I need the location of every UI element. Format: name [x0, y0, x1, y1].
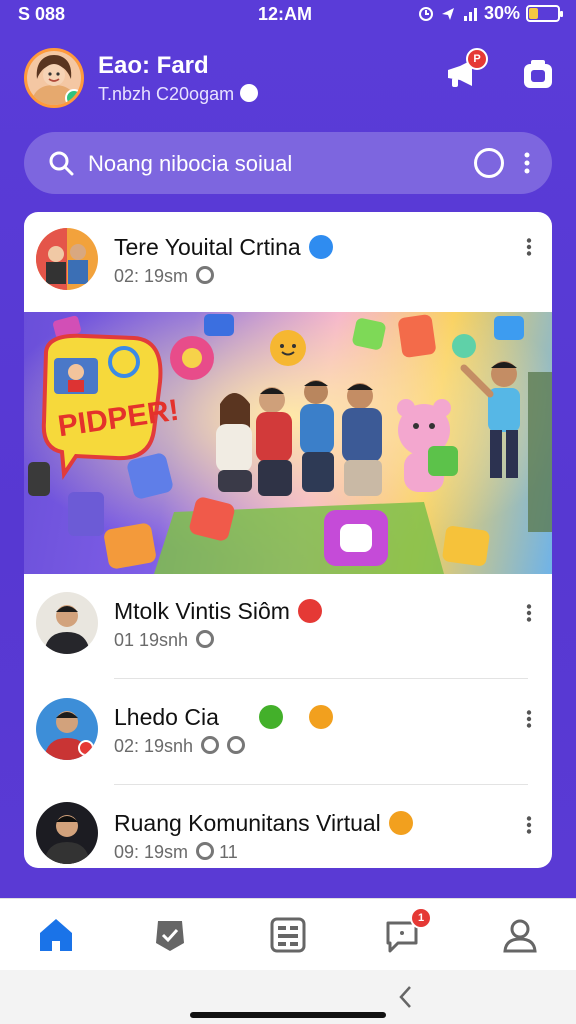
post-time: 02: 19snh — [114, 736, 246, 757]
post-title: Lhedo Cia — [114, 704, 333, 731]
post-time: 09: 19sm 11 — [114, 842, 238, 863]
post-menu-icon[interactable] — [526, 604, 532, 622]
post-title-text: Mtolk Vintis Siôm — [114, 598, 290, 624]
signal-icon — [463, 7, 477, 21]
status-right: 30% — [418, 3, 563, 24]
back-chevron-icon[interactable] — [396, 984, 416, 1010]
post-time-text: 02: 19sm — [114, 266, 189, 286]
user-name: Eao: Fard — [98, 52, 209, 79]
battery-icon — [526, 5, 563, 22]
post-hero-image[interactable]: PIDPER! — [24, 312, 552, 574]
search-input[interactable]: Noang nibocia soiual — [88, 151, 292, 177]
hero-illustration: PIDPER! — [24, 312, 552, 574]
clock-icon — [196, 266, 215, 285]
post-time: 02: 19sm — [114, 266, 215, 287]
user-avatar[interactable] — [24, 48, 84, 108]
post-avatar[interactable] — [36, 802, 98, 864]
badge-icon — [258, 704, 283, 729]
post-time-text: 02: 19snh — [114, 736, 194, 756]
nav-messages[interactable]: 1 — [384, 907, 432, 955]
post-menu-icon[interactable] — [526, 238, 532, 256]
system-navigation-bar — [0, 970, 576, 1024]
post-title: Ruang Komunitans Virtual — [114, 810, 413, 837]
post-avatar[interactable] — [36, 592, 98, 654]
person-photo — [36, 698, 98, 760]
voice-search-icon[interactable] — [474, 148, 504, 178]
person-photo — [36, 802, 98, 864]
notification-badge-icon: P — [466, 48, 488, 70]
more-options-icon[interactable] — [524, 152, 530, 174]
camera-button[interactable] — [518, 54, 558, 94]
profile-header: Eao: Fard T.nbzh C20ogam P — [24, 44, 552, 114]
post-time: 01 19snh — [114, 630, 215, 651]
home-indicator[interactable] — [190, 1012, 386, 1018]
divider — [114, 678, 528, 679]
status-bar: S 088 12:AM 30% — [0, 0, 576, 32]
post-title: Mtolk Vintis Siôm — [114, 598, 322, 625]
post-item[interactable]: Mtolk Vintis Siôm 01 19snh — [24, 574, 552, 674]
post-item[interactable]: Ruang Komunitans Virtual 09: 19sm 11 — [24, 786, 552, 868]
notifications-button[interactable]: P — [442, 48, 488, 94]
clock-icon — [196, 630, 215, 649]
verified-icon — [308, 234, 333, 259]
status-time: 12:AM — [258, 4, 313, 24]
divider — [114, 784, 528, 785]
post-menu-icon[interactable] — [526, 710, 532, 728]
post-menu-icon[interactable] — [526, 816, 532, 834]
messages-badge: 1 — [410, 907, 432, 929]
clock-icon — [196, 842, 215, 861]
person-photo — [36, 592, 98, 654]
nav-home[interactable] — [36, 915, 76, 955]
group-photo — [36, 228, 98, 290]
post-extra-count: 11 — [219, 842, 238, 862]
alarm-icon — [418, 6, 433, 21]
nav-community[interactable] — [150, 915, 190, 955]
badge-icon — [308, 704, 333, 729]
post-time-text: 09: 19sm — [114, 842, 189, 862]
nav-apps[interactable] — [268, 915, 308, 955]
search-bar[interactable]: Noang nibocia soiual — [24, 132, 552, 194]
camera-icon — [524, 60, 552, 88]
user-subtitle-text: T.nbzh C20ogam — [98, 84, 235, 104]
search-icon — [49, 151, 74, 176]
post-title: Tere Youital Crtina — [114, 234, 333, 261]
home-icon — [40, 919, 72, 951]
location-icon — [441, 7, 454, 20]
clock-icon — [227, 736, 246, 755]
badge-icon — [388, 810, 413, 835]
post-avatar[interactable] — [36, 228, 98, 290]
post-item[interactable]: Lhedo Cia 02: 19snh — [24, 680, 552, 780]
post-time-text: 01 19snh — [114, 630, 189, 650]
user-subtitle: T.nbzh C20ogam — [98, 84, 259, 105]
post-avatar[interactable] — [36, 698, 98, 760]
badge-icon — [297, 598, 322, 623]
post-item[interactable]: Tere Youital Crtina 02: 19sm — [24, 212, 552, 312]
post-title-text: Ruang Komunitans Virtual — [114, 810, 381, 836]
status-left-text: S 088 — [18, 4, 66, 24]
clock-icon — [201, 736, 220, 755]
emoji-icon — [240, 84, 259, 103]
person-icon — [503, 919, 537, 953]
shield-check-icon — [156, 921, 184, 951]
battery-percent: 30% — [483, 3, 520, 23]
grid-icon — [270, 917, 306, 953]
bottom-navigation: 1 — [0, 898, 576, 970]
feed-card: Tere Youital Crtina 02: 19sm PIDPER! Mto… — [24, 212, 552, 868]
post-title-text: Tere Youital Crtina — [114, 234, 301, 260]
online-badge-icon — [65, 89, 81, 105]
post-title-text: Lhedo Cia — [114, 704, 219, 730]
nav-profile[interactable] — [500, 915, 540, 955]
